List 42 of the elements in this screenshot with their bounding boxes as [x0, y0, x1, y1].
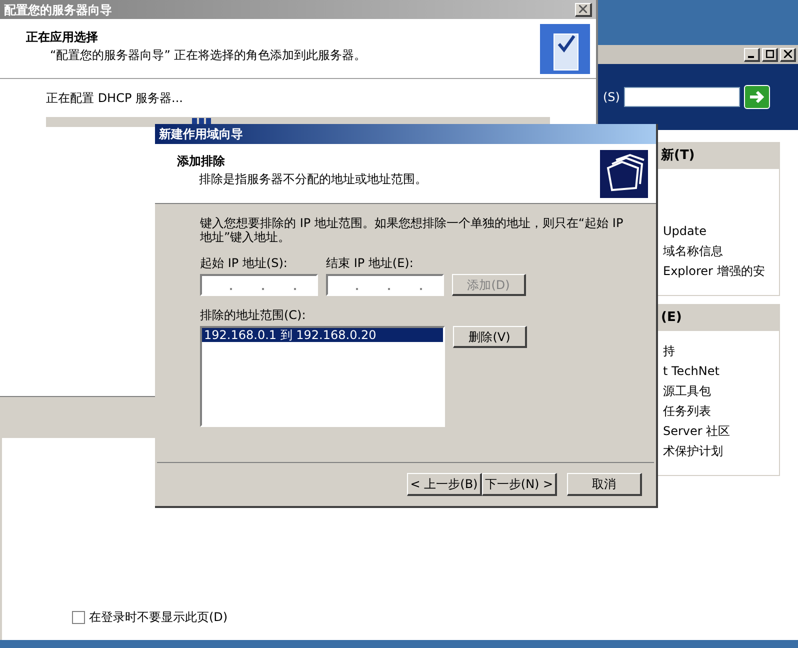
start-ip-field[interactable]	[200, 274, 318, 296]
go-button[interactable]	[744, 85, 770, 109]
wizard-subheading: 排除是指服务器不分配的地址或地址范围。	[198, 171, 427, 188]
window-title: 新建作用域向导	[159, 126, 243, 143]
task-link[interactable]: Update	[663, 221, 779, 241]
folders-icon	[600, 150, 648, 198]
close-button[interactable]	[780, 48, 796, 62]
checkbox-label: 在登录时不要显示此页(D)	[89, 609, 228, 626]
close-icon	[579, 5, 587, 13]
wizard-button[interactable]: < 上一步(B)	[407, 473, 482, 496]
task-link[interactable]: Explorer 增强的安	[663, 261, 779, 281]
task-link[interactable]: Server 社区	[663, 421, 779, 441]
task-link[interactable]: t TechNet	[663, 361, 779, 381]
search-field[interactable]	[624, 87, 740, 107]
task-link[interactable]: 域名称信息	[663, 241, 779, 261]
arrow-right-icon	[748, 90, 765, 104]
task-link[interactable]: 持	[663, 341, 779, 361]
clipboard-check-icon	[540, 24, 590, 74]
maximize-icon	[766, 50, 774, 58]
wizard-subheading: “配置您的服务器向导” 正在将选择的角色添加到此服务器。	[49, 47, 366, 64]
wizard-heading: 正在应用选择	[26, 29, 99, 46]
close-button[interactable]	[575, 2, 592, 16]
list-item[interactable]: 192.168.0.1 到 192.168.0.20	[202, 328, 443, 342]
maximize-button[interactable]	[762, 48, 778, 62]
search-label: (S)	[603, 89, 620, 106]
task-link[interactable]: 源工具包	[663, 381, 779, 401]
wizard-button[interactable]: 下一步(N) >	[482, 473, 557, 496]
task-link[interactable]: 术保护计划	[663, 441, 779, 461]
field-label: 起始 IP 地址(S):	[200, 255, 288, 272]
wizard-button[interactable]: 取消	[567, 473, 642, 496]
field-label: 结束 IP 地址(E):	[326, 255, 414, 272]
instruction-text: 键入您想要排除的 IP 地址范围。如果您想排除一个单独的地址，则只在“起始 IP 地址”键入地址。	[200, 216, 624, 244]
window-title: 配置您的服务器向导	[4, 2, 112, 18]
checkbox[interactable]	[72, 610, 85, 624]
minimize-button[interactable]	[744, 48, 760, 62]
field-label: 排除的地址范围(C):	[200, 307, 307, 324]
end-ip-field[interactable]	[326, 274, 444, 296]
status-text: 正在配置 DHCP 服务器...	[46, 90, 184, 107]
task-link[interactable]: 任务列表	[663, 401, 779, 421]
close-icon	[784, 50, 792, 58]
wizard-heading: 添加排除	[177, 153, 226, 170]
remove-button[interactable]: 删除(V)	[453, 326, 527, 348]
